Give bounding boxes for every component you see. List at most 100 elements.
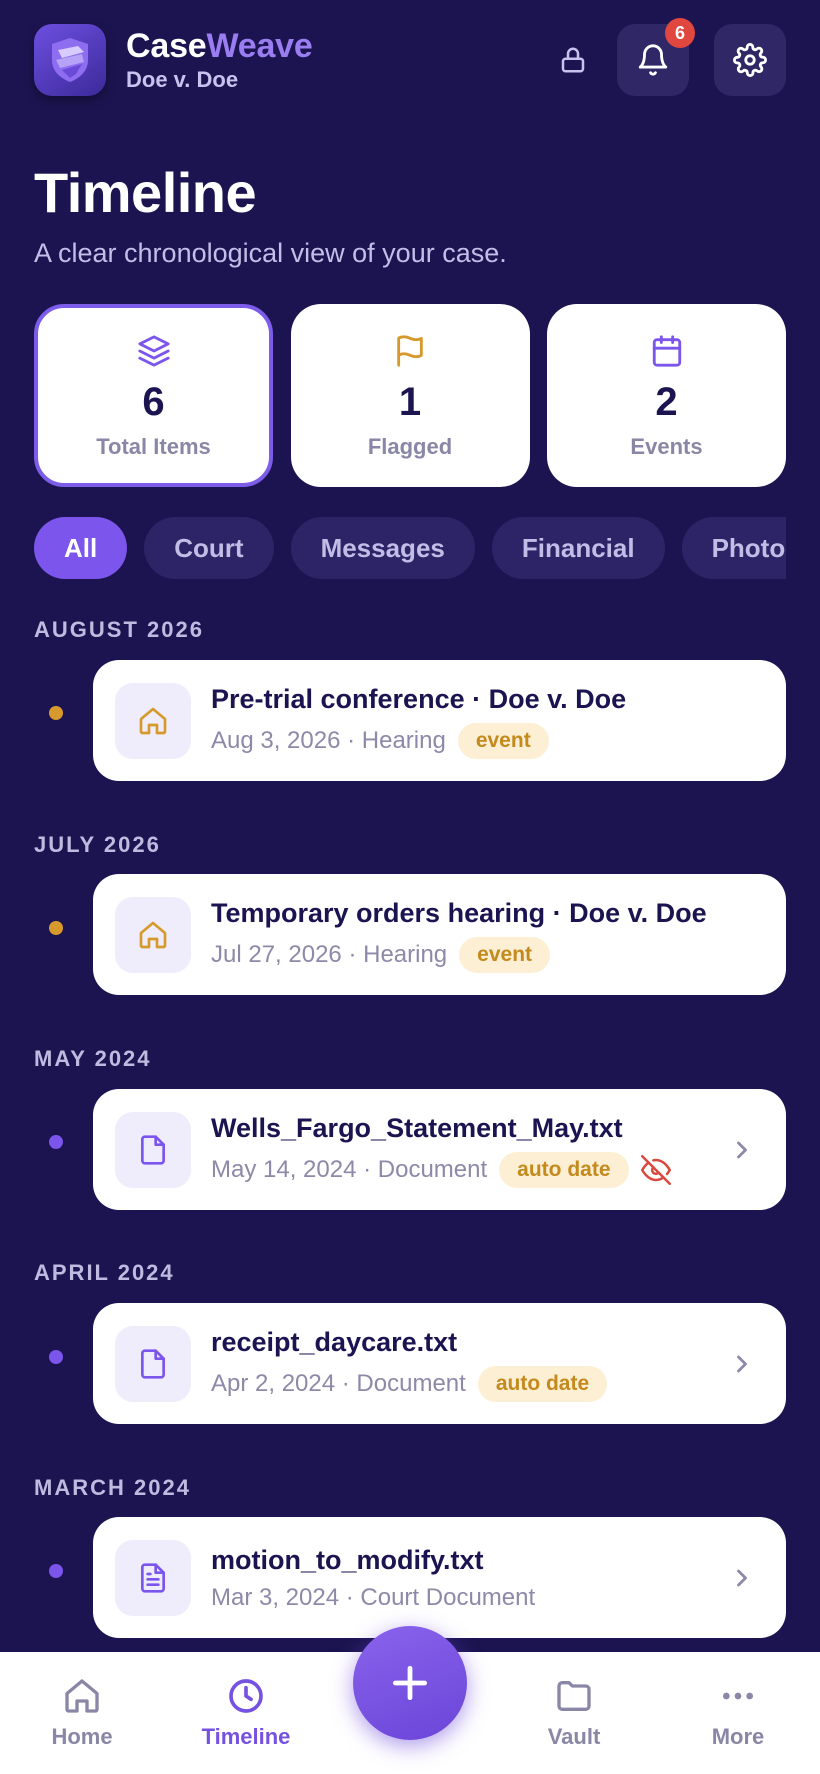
auto-date-tag: auto date [499,1151,629,1188]
home-icon [139,921,167,948]
month-header: MAY 2024 [34,1046,152,1071]
add-item-button[interactable] [353,1626,467,1740]
brand-name-part2: Weave [206,27,313,65]
timeline-dot [49,921,63,935]
file-text-icon [141,1562,165,1593]
eye-off-icon [640,1154,671,1185]
stat-value: 2 [655,380,678,424]
item-body: receipt_daycare.txt Apr 2, 2024 · Docume… [211,1326,608,1402]
meta-separator: · [356,1155,378,1183]
more-dots-icon [723,1692,753,1700]
item-icon-box [115,682,191,759]
item-title: motion_to_modify.txt [211,1544,484,1575]
item-icon-box [115,1325,191,1402]
item-icon-box [115,1539,191,1616]
stat-card-events[interactable]: 2 Events [547,304,786,487]
notification-count-badge: 6 [665,18,695,48]
item-body: Wells_Fargo_Statement_May.txt May 14, 20… [211,1112,671,1188]
nav-label: More [711,1724,765,1749]
nav-label: Timeline [201,1724,291,1749]
event-tag: event [457,722,549,759]
item-type: Document [377,1155,488,1183]
item-title: Pre-trial conference · Doe v. Doe [211,683,627,714]
item-type: Court Document [360,1583,536,1611]
brand-name: CaseWeave [126,27,313,65]
nav-home[interactable]: Home [0,1652,164,1774]
file-icon [141,1348,165,1379]
timeline-dot [49,1135,63,1149]
nav-timeline[interactable]: Timeline [164,1652,328,1774]
item-type: Hearing [361,726,446,754]
timeline-item[interactable]: Pre-trial conference · Doe v. Doe Aug 3,… [93,660,786,781]
home-icon [65,1679,99,1713]
page-title: Timeline [34,161,257,224]
bell-icon [638,44,668,76]
filter-chip-financial[interactable]: Financial [491,517,665,579]
month-header: APRIL 2024 [34,1260,175,1285]
plus-icon [392,1665,428,1701]
meta-separator: · [340,726,362,754]
timeline-item[interactable]: motion_to_modify.txt Mar 3, 2024 · Court… [93,1517,786,1638]
filter-chip-messages[interactable]: Messages [290,517,475,579]
hidden-indicator [640,1154,671,1185]
brand: CaseWeave Doe v. Doe [126,27,313,93]
item-meta: Aug 3, 2026 · Hearing event [211,722,626,759]
timeline-item[interactable]: receipt_daycare.txt Apr 2, 2024 · Docume… [93,1303,786,1424]
item-icon-box [115,1111,191,1188]
meta-separator: · [339,1583,361,1611]
settings-button[interactable] [714,24,786,96]
shield-logo-icon [52,38,88,82]
flag-icon [397,335,423,367]
notifications-button[interactable]: 6 [617,18,695,96]
month-header: JULY 2026 [34,832,161,857]
filter-chips: All Court Messages Financial Photos [34,517,786,581]
chevron-right-icon [737,1141,747,1158]
timeline-item[interactable]: Wells_Fargo_Statement_May.txt May 14, 20… [93,1089,786,1210]
item-meta: May 14, 2024 · Document auto date [211,1151,671,1188]
chevron-right-icon [737,1355,747,1372]
timeline-item[interactable]: Temporary orders hearing · Doe v. Doe Ju… [93,874,786,995]
stat-card-flagged[interactable]: 1 Flagged [290,304,530,487]
timeline-dot [49,1564,63,1578]
app-root: CaseWeave Doe v. Doe 6 Timeline A clear … [0,0,820,1774]
timeline-dot [49,706,63,720]
item-title: Temporary orders hearing · Doe v. Doe [211,897,707,928]
brand-name-part1: Case [126,27,207,65]
filter-chip-photos[interactable]: Photos [681,517,786,579]
filter-chip-court[interactable]: Court [144,517,274,579]
event-tag: event [459,936,551,973]
item-body: Temporary orders hearing · Doe v. Doe Ju… [211,897,707,973]
clock-icon [229,1679,263,1713]
page-subtitle: A clear chronological view of your case. [34,238,507,268]
item-date: Aug 3, 2026 [211,726,341,754]
item-date: May 14, 2024 [211,1155,357,1183]
nav-label: Home [51,1724,113,1749]
calendar-icon [652,335,681,367]
layers-icon [137,335,170,367]
item-body: Pre-trial conference · Doe v. Doe Aug 3,… [211,683,626,759]
stat-card-total-items[interactable]: 6 Total Items [34,304,273,487]
month-header: AUGUST 2026 [34,617,204,642]
header-actions: 6 [549,18,786,96]
chevron-right-icon [737,1569,747,1586]
nav-vault[interactable]: Vault [492,1652,656,1774]
app-header: CaseWeave Doe v. Doe 6 [34,18,786,96]
item-date: Mar 3, 2024 [211,1583,340,1611]
item-title: Wells_Fargo_Statement_May.txt [211,1112,623,1143]
item-icon-box [115,896,191,973]
nav-label: Vault [547,1724,601,1749]
item-meta: Mar 3, 2024 · Court Document [211,1584,535,1612]
nav-more[interactable]: More [656,1652,820,1774]
item-type: Hearing [363,940,448,968]
item-date: Jul 27, 2026 [211,940,342,968]
stat-value: 1 [398,380,422,424]
stat-label: Events [630,434,703,459]
stat-label: Total Items [96,434,211,459]
item-date: Apr 2, 2024 [211,1369,336,1397]
item-body: motion_to_modify.txt Mar 3, 2024 · Court… [211,1544,535,1612]
item-meta: Jul 27, 2026 · Hearing event [211,936,707,973]
lock-button[interactable] [549,36,597,84]
file-icon [141,1134,165,1165]
stat-label: Flagged [367,434,453,459]
filter-chip-all[interactable]: All [34,517,128,579]
